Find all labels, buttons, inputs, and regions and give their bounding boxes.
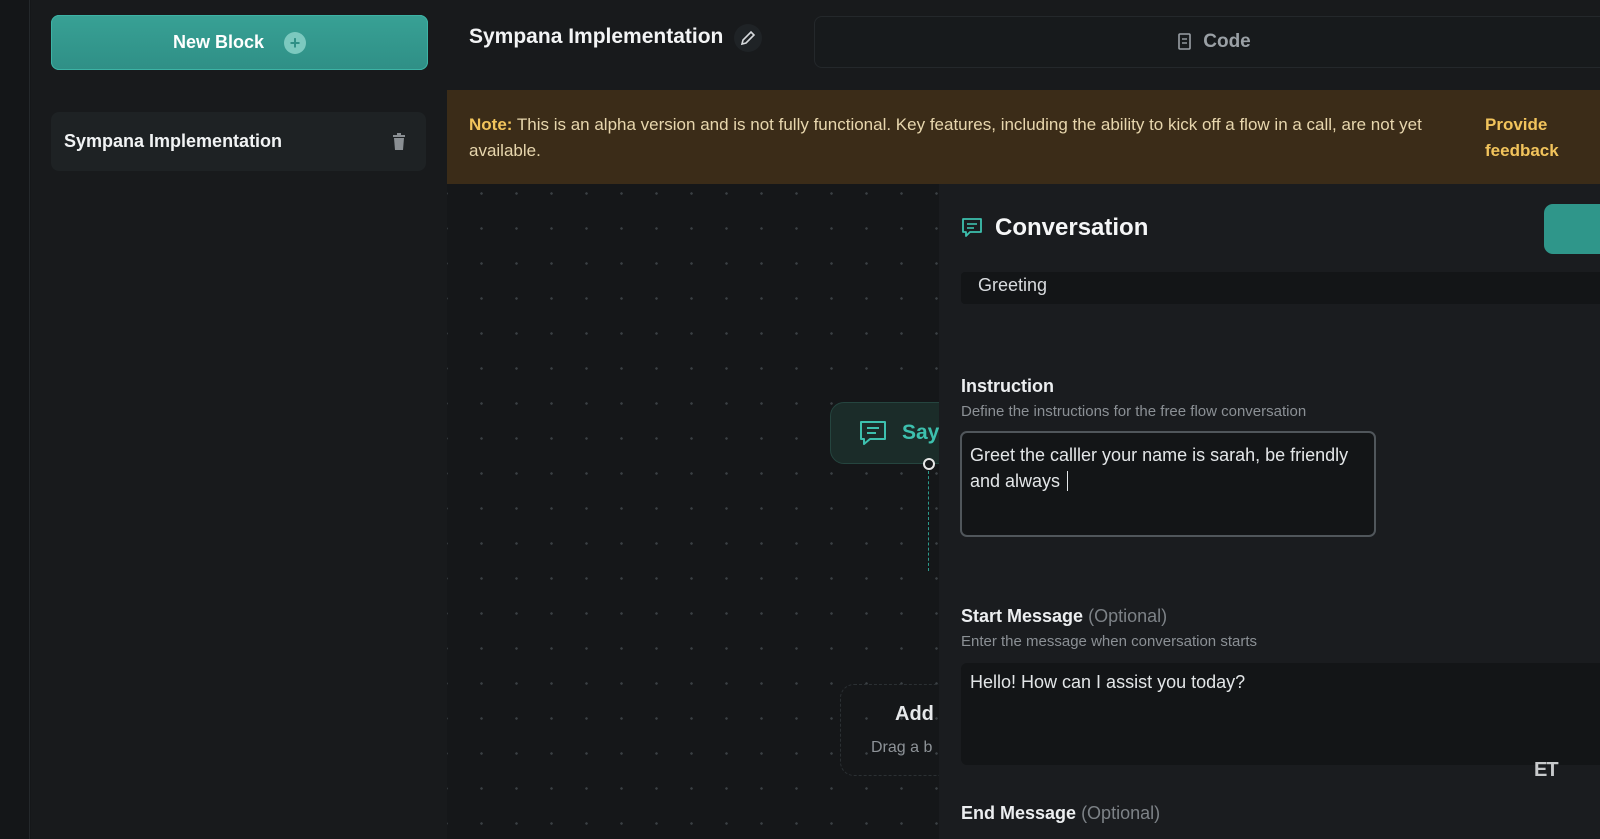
end-message-label: End Message (Optional) — [961, 803, 1160, 824]
sidebar: New Block + Sympana Implementation — [31, 0, 447, 839]
alpha-notice: Note: This is an alpha version and is no… — [447, 90, 1600, 184]
chat-bubble-icon — [962, 218, 982, 237]
start-message-label-text: Start Message — [961, 606, 1084, 626]
left-gutter — [0, 0, 30, 839]
end-message-optional: (Optional) — [1081, 803, 1161, 823]
top-bar: Sympana Implementation Code — [447, 0, 1600, 90]
text-caret — [1067, 471, 1069, 491]
sidebar-item-flow[interactable]: Sympana Implementation — [51, 112, 426, 171]
instruction-value: Greet the calller your name is sarah, be… — [970, 445, 1349, 491]
notice-body: This is an alpha version and is not full… — [469, 115, 1422, 160]
start-message-optional: (Optional) — [1088, 606, 1168, 626]
flow-item-label: Sympana Implementation — [64, 131, 283, 151]
start-message-label: Start Message (Optional) — [961, 606, 1167, 627]
page-title: Sympana Implementation — [469, 25, 724, 48]
provide-feedback-link[interactable]: Provide feedback — [1485, 112, 1575, 164]
panel-title: Conversation — [995, 214, 1149, 241]
notice-text: Note: This is an alpha version and is no… — [469, 112, 1469, 164]
start-message-textarea[interactable]: Hello! How can I assist you today? — [961, 663, 1600, 765]
trash-icon[interactable] — [392, 132, 406, 151]
instruction-help: Define the instructions for the free flo… — [961, 403, 1307, 420]
panel-header: Conversation — [961, 214, 1148, 242]
flow-canvas[interactable]: Say Add Drag a b — [447, 184, 980, 839]
new-block-label: New Block — [172, 32, 265, 52]
save-button[interactable] — [1544, 204, 1600, 254]
new-block-button[interactable]: New Block + — [51, 15, 428, 70]
node-output-handle[interactable] — [923, 458, 935, 470]
instruction-textarea[interactable]: Greet the calller your name is sarah, be… — [960, 431, 1376, 537]
conversation-panel: Conversation Greeting Instruction Define… — [939, 184, 1600, 839]
file-code-icon — [1178, 33, 1192, 50]
start-message-help: Enter the message when conversation star… — [961, 633, 1257, 650]
add-block-subtitle: Drag a b — [871, 739, 933, 756]
instruction-label: Instruction — [961, 376, 1054, 396]
pencil-icon[interactable] — [734, 24, 762, 52]
watermark: ET — [1534, 759, 1559, 781]
node-edge — [928, 471, 929, 571]
code-tab-label: Code — [1203, 31, 1251, 52]
chat-bubble-icon — [860, 421, 886, 445]
end-message-label-text: End Message — [961, 803, 1077, 823]
code-tab[interactable]: Code — [814, 16, 1600, 68]
block-name-field[interactable]: Greeting — [961, 272, 1600, 304]
plus-circle-icon: + — [284, 31, 307, 54]
notice-prefix: Note: — [469, 115, 513, 134]
say-node-label: Say — [902, 421, 940, 444]
add-block-title: Add — [895, 703, 934, 725]
